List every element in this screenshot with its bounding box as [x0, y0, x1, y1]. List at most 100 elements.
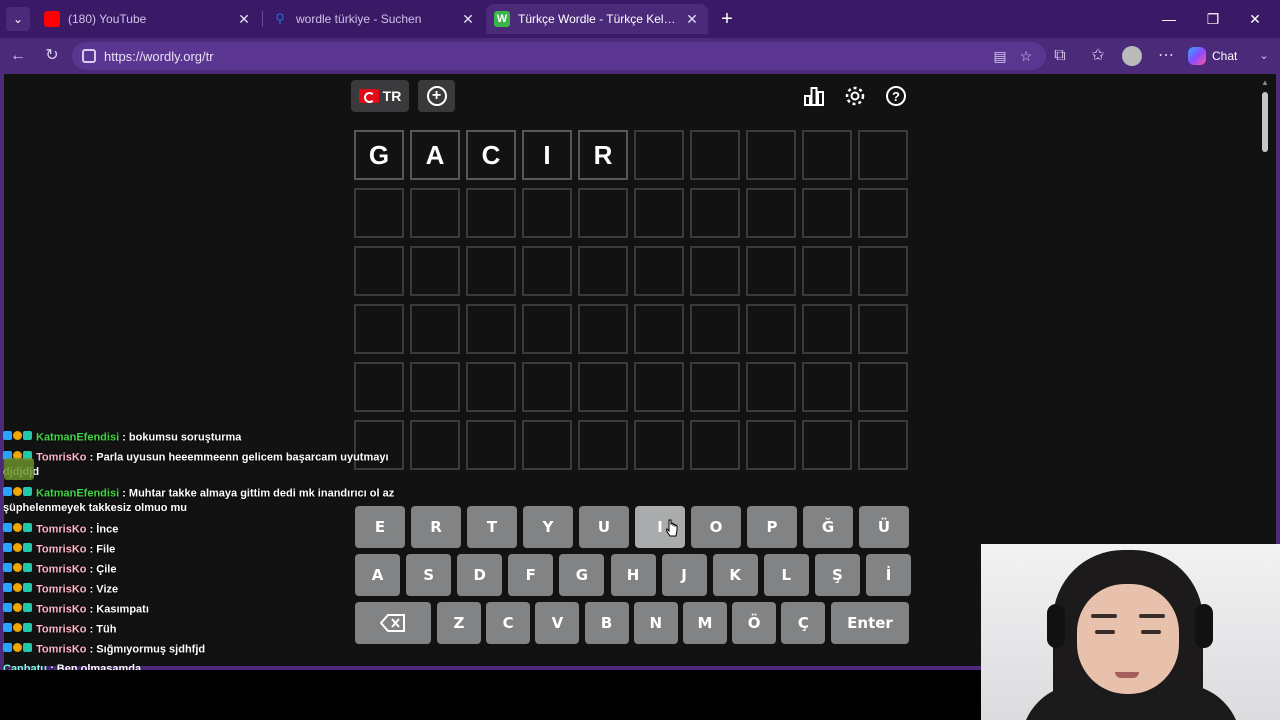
board-tile [522, 304, 572, 354]
key-r[interactable]: R [411, 506, 461, 548]
bar-chart-icon [804, 87, 824, 106]
chat-username: KatmanEfendisi [36, 487, 120, 500]
site-info-icon[interactable] [82, 49, 96, 63]
extensions-icon[interactable]: ⧉ [1048, 44, 1072, 68]
reload-icon[interactable]: ↻ [40, 44, 64, 68]
stream-bottom-bar [0, 670, 981, 720]
key-d[interactable]: D [457, 554, 503, 596]
board-tile [354, 362, 404, 412]
key-y[interactable]: Y [523, 506, 573, 548]
chat-button-label: Chat [1212, 49, 1238, 63]
key-g[interactable]: G [559, 554, 605, 596]
key-f[interactable]: F [508, 554, 554, 596]
favorites-icon[interactable]: ✩ [1086, 44, 1110, 68]
key-ş[interactable]: Ş [814, 554, 860, 596]
new-game-button[interactable]: + [418, 80, 455, 112]
chat-username: TomrisKo [36, 523, 87, 536]
key-z[interactable]: Z [437, 602, 481, 644]
settings-button[interactable] [841, 80, 869, 112]
key-i̇[interactable]: İ [866, 554, 911, 596]
help-button[interactable]: ? [882, 80, 910, 112]
key-v[interactable]: V [535, 602, 580, 644]
key-a[interactable]: A [355, 554, 400, 596]
key-ö[interactable]: Ö [732, 602, 777, 644]
key-p[interactable]: P [747, 506, 797, 548]
key-n[interactable]: N [633, 602, 678, 644]
board-tile [578, 246, 628, 296]
board-tile [354, 246, 404, 296]
close-icon[interactable]: ✕ [684, 11, 700, 28]
board-tile [466, 188, 516, 238]
board-tile [578, 188, 628, 238]
board-tile: I [522, 130, 572, 180]
new-tab-button[interactable]: + [716, 8, 738, 30]
language-label: TR [382, 88, 402, 104]
chat-message: TomrisKo : Sığmıyormuş sjdhfjd [3, 642, 205, 657]
board-tile [578, 362, 628, 412]
board-tile [802, 188, 852, 238]
chat-username: TomrisKo [36, 623, 87, 636]
chat-message: KatmanEfendisi : Muhtar takke almaya git… [3, 486, 394, 501]
minimize-icon[interactable]: — [1154, 6, 1184, 32]
board-tile: C [466, 130, 516, 180]
key-u[interactable]: U [579, 506, 629, 548]
key-l[interactable]: L [763, 554, 809, 596]
key-m[interactable]: M [683, 602, 727, 644]
key-ü[interactable]: Ü [859, 506, 909, 548]
key-t[interactable]: T [467, 506, 517, 548]
chat-text: : File [86, 543, 116, 556]
chat-username: TomrisKo [36, 583, 87, 596]
key-k[interactable]: K [712, 554, 758, 596]
key-s[interactable]: S [406, 554, 452, 596]
enter-key[interactable]: Enter [831, 602, 909, 644]
tab-search[interactable]: ⚲ wordle türkiye - Suchen ✕ [264, 4, 484, 34]
tab-youtube[interactable]: (180) YouTube ✕ [36, 4, 260, 34]
chat-username: TomrisKo [36, 603, 87, 616]
user-badges-icon [3, 430, 33, 445]
board-tile [522, 362, 572, 412]
board-tile [858, 246, 908, 296]
key-j[interactable]: J [661, 554, 707, 596]
chat-username: TomrisKo [36, 451, 87, 464]
favorite-star-icon[interactable]: ☆ [1014, 42, 1038, 70]
youtube-icon [44, 11, 60, 27]
key-h[interactable]: H [610, 554, 656, 596]
tab-title: Türkçe Wordle - Türkçe Kelimeler [518, 12, 676, 26]
back-icon[interactable]: ← [6, 44, 30, 68]
scroll-up-arrow[interactable]: ▲ [1260, 78, 1270, 87]
statistics-button[interactable] [800, 80, 828, 112]
tab-actions-menu-button[interactable]: ⌄ [6, 7, 30, 31]
board-tile [746, 304, 796, 354]
tab-divider [262, 11, 263, 27]
key-ç[interactable]: Ç [781, 602, 826, 644]
board-tile [466, 362, 516, 412]
chevron-down-icon[interactable]: ⌄ [1252, 44, 1276, 68]
tab-wordle[interactable]: W Türkçe Wordle - Türkçe Kelimeler ✕ [486, 4, 708, 34]
key-b[interactable]: B [584, 602, 629, 644]
profile-avatar[interactable] [1122, 46, 1142, 66]
board-tile [802, 362, 852, 412]
close-icon[interactable]: ✕ [460, 11, 476, 28]
plus-circle-icon: + [426, 86, 447, 106]
restore-icon[interactable]: ❐ [1198, 6, 1228, 32]
board-tile [522, 188, 572, 238]
copilot-chat-button[interactable]: Chat [1188, 45, 1237, 67]
board-tile [634, 362, 684, 412]
user-badges-icon [3, 522, 33, 537]
gear-icon [845, 86, 865, 106]
address-bar[interactable]: https://wordly.org/tr ▤ ☆ [72, 42, 1046, 70]
user-badges-icon [3, 622, 33, 637]
board-tile [858, 304, 908, 354]
key-c[interactable]: C [486, 602, 531, 644]
window-close-icon[interactable]: ✕ [1240, 6, 1270, 32]
key-o[interactable]: O [691, 506, 741, 548]
scrollbar-thumb[interactable] [1262, 92, 1268, 152]
reader-mode-icon[interactable]: ▤ [988, 42, 1012, 70]
backspace-key[interactable] [355, 602, 431, 644]
close-icon[interactable]: ✕ [236, 11, 252, 28]
language-selector[interactable]: TR [351, 80, 409, 112]
key-ğ[interactable]: Ğ [803, 506, 853, 548]
tab-title: (180) YouTube [68, 12, 147, 26]
key-e[interactable]: E [355, 506, 405, 548]
more-options-icon[interactable]: ⋯ [1154, 44, 1178, 68]
